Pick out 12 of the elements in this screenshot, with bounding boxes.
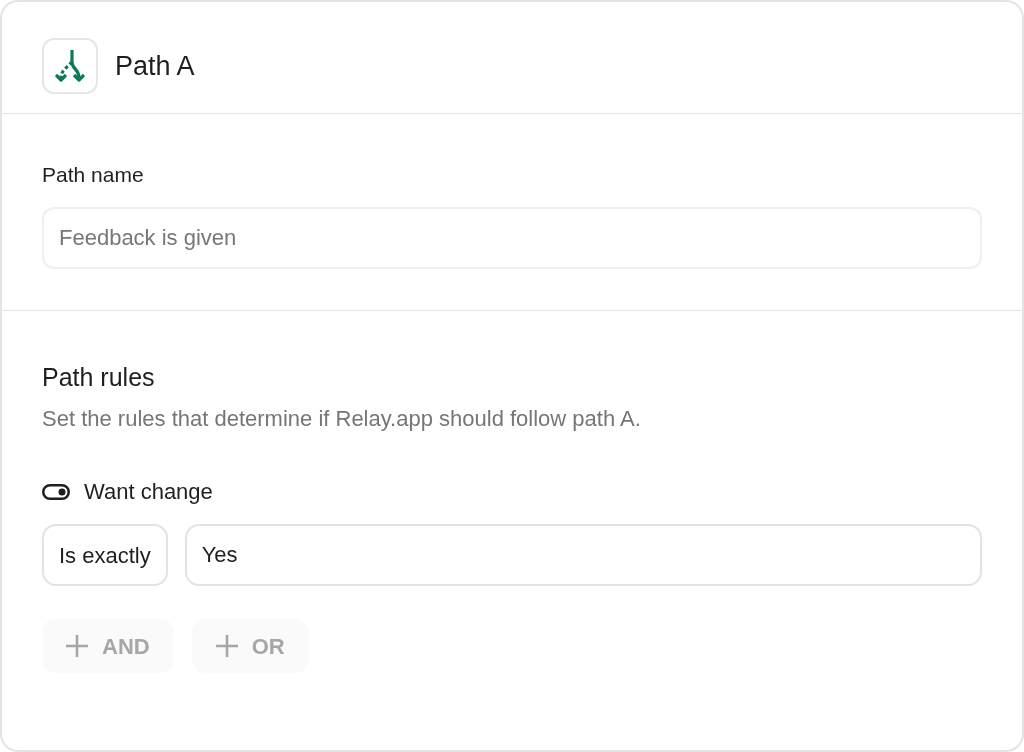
panel-title: Path A — [115, 50, 195, 83]
condition-field-label: Want change — [84, 478, 213, 506]
toggle-icon — [42, 484, 70, 500]
branch-icon — [42, 38, 98, 94]
plus-icon — [66, 635, 88, 657]
plus-icon — [215, 635, 238, 657]
value-field[interactable]: Yes — [184, 524, 982, 586]
field-label: Path name — [42, 162, 144, 188]
section-description: Set the rules that determine if Relay.app should follow path A. — [42, 405, 641, 433]
operator-dropdown[interactable]: Is exactly — [42, 524, 168, 586]
path-name-field[interactable]: Feedback is given — [42, 207, 982, 269]
section-title: Path rules — [42, 362, 155, 393]
